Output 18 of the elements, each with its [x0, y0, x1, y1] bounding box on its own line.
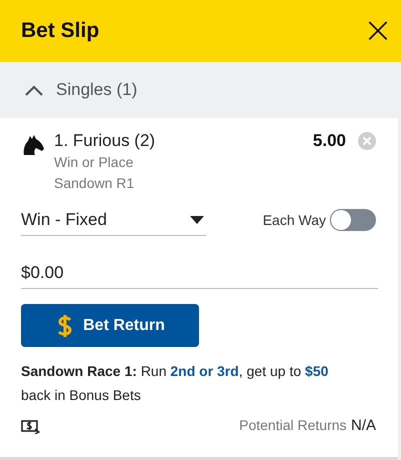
- odds-value: 5.00: [312, 130, 346, 152]
- chevron-up-icon: [24, 84, 44, 96]
- potential-returns-value: N/A: [350, 417, 376, 434]
- window-title: Bet Slip: [21, 19, 100, 43]
- caret-icon: [190, 216, 204, 224]
- each-way-label: Each Way: [262, 212, 326, 228]
- close-button[interactable]: ×: [354, 13, 401, 49]
- cash-return-icon: [21, 418, 40, 434]
- promo-text: Sandown Race 1: Run 2nd or 3rd, get up to $50 back in Bonus Bets: [21, 362, 330, 405]
- each-way-toggle[interactable]: [330, 209, 376, 231]
- bet-return-button[interactable]: Bet Return: [21, 304, 199, 347]
- potential-returns-label: Potential Returns: [239, 417, 347, 433]
- market-label: Win or Place: [54, 153, 134, 172]
- stake-field[interactable]: $0.00: [21, 258, 378, 289]
- runner-name: 1. Furious (2): [54, 130, 156, 152]
- bet-type-dropdown[interactable]: Win - Fixed: [21, 204, 206, 236]
- race-label: Sandown R1: [54, 174, 136, 193]
- horse-head-icon: [21, 133, 45, 157]
